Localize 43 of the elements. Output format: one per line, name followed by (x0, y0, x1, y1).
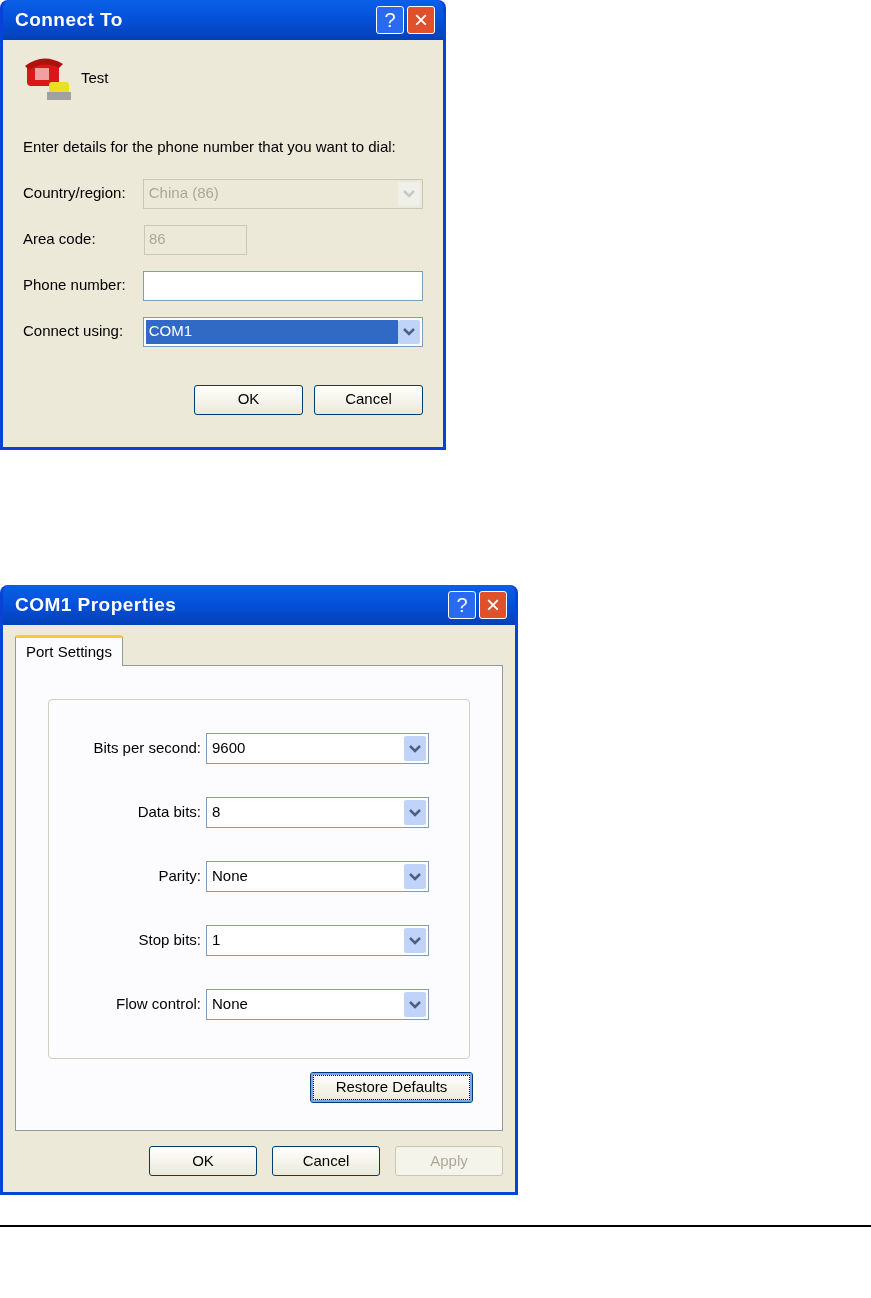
dropdown-field[interactable]: COM1 (142, 316, 423, 347)
setting-label: Flow control: (114, 994, 202, 1015)
dialog-button[interactable]: Cancel (272, 1146, 380, 1176)
setting-label: Stop bits: (137, 930, 202, 951)
dropdown-button[interactable] (404, 928, 426, 953)
dropdown-field[interactable]: 9600 (206, 733, 429, 764)
chevron-down-icon (409, 936, 421, 945)
window-title: Connect To (14, 7, 123, 32)
help-button[interactable]: ? (448, 591, 476, 619)
setting-label: Parity: (157, 866, 202, 887)
chevron-down-icon (409, 1000, 421, 1009)
dropdown-field[interactable]: 8 (206, 797, 429, 828)
input-field[interactable] (142, 270, 423, 301)
dropdown-field[interactable]: None (206, 989, 429, 1020)
dropdown-button[interactable] (398, 319, 420, 344)
chevron-down-icon (403, 327, 415, 336)
dropdown-button[interactable] (404, 800, 426, 825)
setting-label: Data bits: (136, 802, 202, 823)
chevron-down-icon (409, 808, 421, 817)
field-label: Country/region: (23, 183, 127, 204)
dropdown-field[interactable]: None (206, 861, 429, 892)
dialog-button[interactable]: Cancel (314, 384, 423, 415)
field-label: Area code: (23, 229, 97, 250)
field-label: Connect using: (23, 321, 125, 342)
close-button[interactable]: × (407, 6, 435, 34)
tab[interactable]: Port Settings (15, 635, 123, 666)
dropdown-button[interactable] (404, 864, 426, 889)
restore-defaults-button[interactable]: Restore Defaults (310, 1072, 473, 1103)
instruction-text: Enter details for the phone number that you want to dial: (23, 137, 397, 157)
close-button[interactable]: × (479, 591, 507, 619)
dropdown-field[interactable]: 1 (206, 925, 429, 956)
connection-name: Test (81, 67, 109, 88)
dropdown-button[interactable] (404, 992, 426, 1017)
setting-label: Bits per second: (92, 738, 202, 759)
dialog-button[interactable]: OK (149, 1146, 257, 1176)
chevron-down-icon (409, 744, 421, 753)
dialog-button[interactable]: OK (194, 384, 303, 415)
chevron-down-icon (403, 189, 415, 198)
window-title: COM1 Properties (14, 592, 177, 617)
dropdown-button[interactable] (404, 736, 426, 761)
chevron-down-icon (409, 872, 421, 881)
field-label: Phone number: (23, 275, 127, 296)
help-button[interactable]: ? (376, 6, 404, 34)
